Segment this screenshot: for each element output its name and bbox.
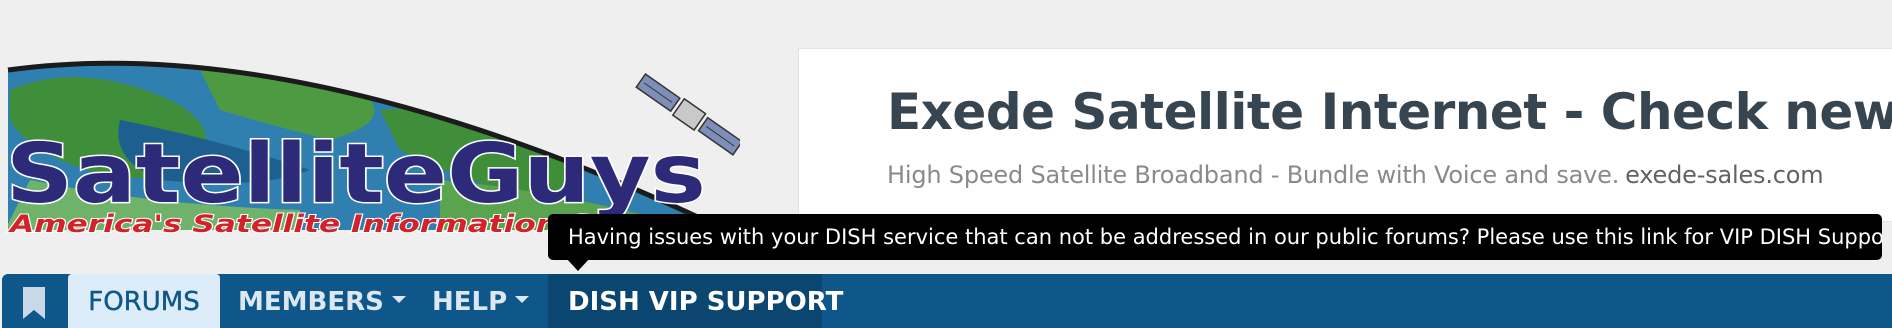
tab-forums[interactable]: FORUMS [68, 274, 220, 328]
tab-help[interactable]: HELP [432, 274, 530, 328]
ad-url[interactable]: exede-sales.com [1625, 161, 1823, 189]
ad-description: High Speed Satellite Broadband - Bundle … [887, 161, 1824, 189]
tab-dish-vip-support[interactable]: DISH VIP SUPPORT [548, 274, 843, 328]
chevron-down-icon [515, 296, 530, 303]
chevron-down-icon [391, 296, 406, 303]
bookmark-icon [23, 287, 45, 319]
logo-wordmark: Satellite 𝗚uys [6, 127, 706, 222]
main-navbar: FORUMS MEMBERS HELP DISH VIP SUPPORT [2, 274, 1892, 328]
bookmark-button[interactable] [2, 274, 66, 328]
site-logo[interactable]: Satellite 𝗚uys America's Satellite Inform… [0, 30, 740, 240]
tab-help-label: HELP [432, 287, 508, 317]
ad-description-text: High Speed Satellite Broadband - Bundle … [887, 161, 1620, 189]
dish-support-tooltip: Having issues with your DISH service tha… [548, 214, 1882, 260]
logo-graphic: Satellite 𝗚uys America's Satellite Inform… [5, 60, 740, 239]
ad-title[interactable]: Exede Satellite Internet - Check new off… [887, 83, 1892, 141]
tab-members[interactable]: MEMBERS [238, 274, 406, 328]
tab-members-label: MEMBERS [238, 287, 384, 317]
ad-banner[interactable]: Exede Satellite Internet - Check new off… [798, 48, 1892, 222]
tooltip-arrow [566, 258, 590, 271]
